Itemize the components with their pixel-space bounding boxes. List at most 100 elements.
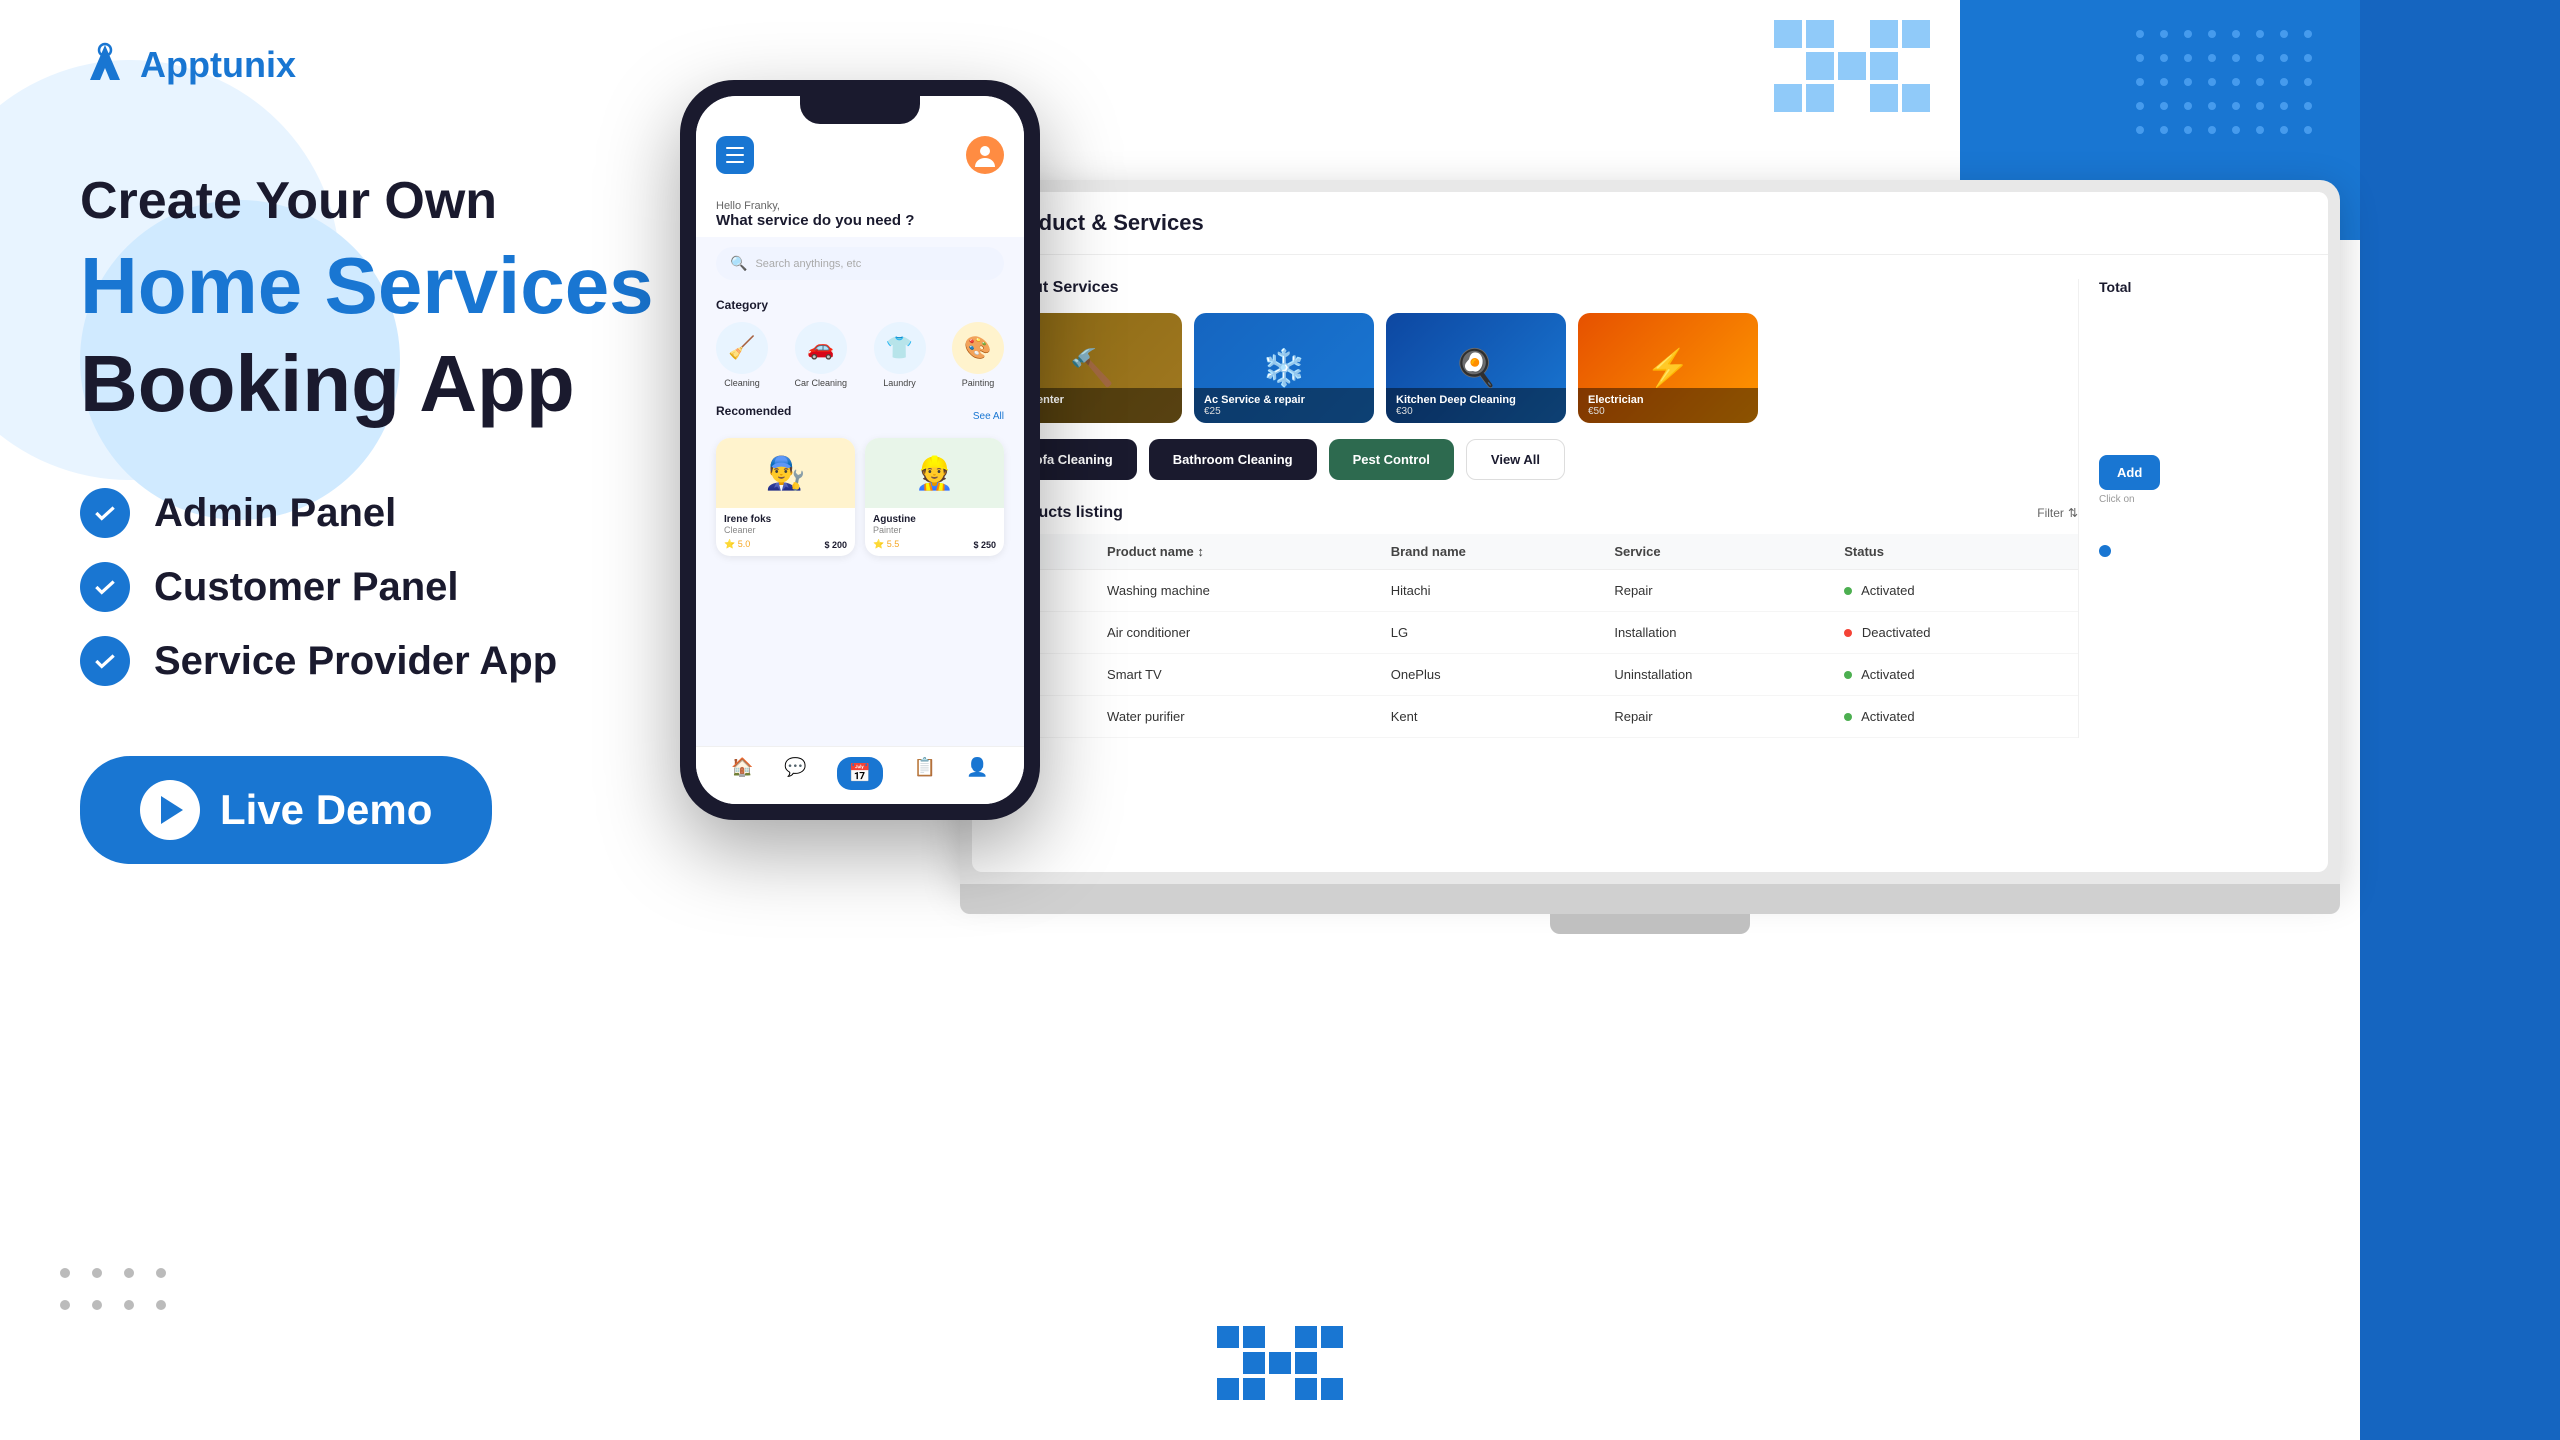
products-table: Product name ↕ Brand name Service Status… <box>1002 534 2078 738</box>
cleaning-icon: 🧹 <box>716 322 768 374</box>
car-cleaning-label: Car Cleaning <box>794 378 847 388</box>
price-2: $ 250 <box>973 540 996 550</box>
service-3: Uninstallation <box>1600 654 1830 696</box>
admin-body: About Services 🔨 Carpenter €45 <box>972 255 2328 762</box>
phone-screen: Hello Franky, What service do you need ?… <box>696 96 1024 804</box>
category-section: Category 🧹 Cleaning 🚗 Car Cleaning 👕 Lau… <box>696 290 1024 396</box>
nav-chat[interactable]: 💬 <box>784 757 806 790</box>
check-icon-3 <box>80 636 130 686</box>
nav-orders[interactable]: 📋 <box>914 757 936 790</box>
admin-main-col: About Services 🔨 Carpenter €45 <box>1002 279 2078 738</box>
status-dot-1 <box>1844 587 1852 595</box>
table-row: Water purifier Kent Repair Activated <box>1002 696 2078 738</box>
check-icon-1 <box>80 488 130 538</box>
headline-line2: Home Services <box>80 242 760 330</box>
greeting-area: Hello Franky, What service do you need ? <box>696 188 1024 237</box>
feature-item-1: Admin Panel <box>80 488 760 538</box>
provider-image-2: 👷 <box>865 438 1004 508</box>
service-name-3: Kitchen Deep Cleaning <box>1396 394 1556 406</box>
search-placeholder: Search anythings, etc <box>755 258 861 270</box>
col-status[interactable]: Status <box>1830 534 2078 570</box>
left-content-area: Apptunix Create Your Own Home Services B… <box>80 40 760 864</box>
search-icon: 🔍 <box>730 255 747 272</box>
check-icon-2 <box>80 562 130 612</box>
col-service[interactable]: Service <box>1600 534 1830 570</box>
products-listing-header: Products listing Filter ⇅ <box>1002 504 2078 522</box>
greeting-main: What service do you need ? <box>716 212 1004 229</box>
logo-icon <box>80 40 130 90</box>
service-overlay-2: Ac Service & repair €25 <box>1194 388 1374 423</box>
nav-home[interactable]: 🏠 <box>731 757 753 790</box>
phone-outer: Hello Franky, What service do you need ?… <box>680 80 1040 820</box>
admin-panel: Product & Services About Services 🔨 Car <box>972 192 2328 872</box>
nav-booking[interactable]: 📅 <box>837 757 883 790</box>
recommended-title: Recomended <box>716 404 791 418</box>
total-section: Total <box>2099 279 2298 295</box>
dots-decoration-bottom-left <box>60 1268 176 1320</box>
provider-card-2[interactable]: 👷 Agustine Painter ⭐ 5.5 $ 250 <box>865 438 1004 556</box>
categories-row: 🧹 Cleaning 🚗 Car Cleaning 👕 Laundry 🎨 Pa… <box>716 322 1004 388</box>
view-all-button[interactable]: View All <box>1466 439 1565 480</box>
service-name-4: Electrician <box>1588 394 1748 406</box>
headline-line1: Create Your Own <box>80 170 760 232</box>
brand-name-2: LG <box>1377 612 1601 654</box>
status-4: Activated <box>1830 696 2078 738</box>
recommended-cards: 👨‍🔧 Irene foks Cleaner ⭐ 5.0 $ 200 👷 <box>716 438 1004 556</box>
category-painting[interactable]: 🎨 Painting <box>952 322 1004 388</box>
provider-role-1: Cleaner <box>724 525 847 535</box>
feature-item-2: Customer Panel <box>80 562 760 612</box>
pest-control-button[interactable]: Pest Control <box>1329 439 1454 480</box>
feature-label-1: Admin Panel <box>154 491 396 536</box>
recommended-section: Recomended See All 👨‍🔧 Irene foks Cleane… <box>696 396 1024 564</box>
admin-side-col: Total Add Click on <box>2078 279 2298 738</box>
service-2: Installation <box>1600 612 1830 654</box>
add-sub-text: Click on <box>2099 494 2298 505</box>
category-car-cleaning[interactable]: 🚗 Car Cleaning <box>794 322 847 388</box>
laundry-label: Laundry <box>883 378 916 388</box>
service-card-ac[interactable]: ❄️ Ac Service & repair €25 <box>1194 313 1374 423</box>
headline-line3: Booking App <box>80 340 760 428</box>
laundry-icon: 👕 <box>874 322 926 374</box>
service-1: Repair <box>1600 570 1830 612</box>
service-price-4: €50 <box>1588 406 1748 417</box>
col-product-name[interactable]: Product name ↕ <box>1093 534 1377 570</box>
provider-role-2: Painter <box>873 525 996 535</box>
stars-2: ⭐ 5.5 <box>873 539 899 550</box>
table-body: Washing machine Hitachi Repair Activated <box>1002 570 2078 738</box>
service-card-kitchen[interactable]: 🍳 Kitchen Deep Cleaning €30 <box>1386 313 1566 423</box>
painting-icon: 🎨 <box>952 322 1004 374</box>
product-name-3: Smart TV <box>1093 654 1377 696</box>
brand-name-3: OnePlus <box>1377 654 1601 696</box>
provider-rating-1: ⭐ 5.0 $ 200 <box>724 539 847 550</box>
service-4: Repair <box>1600 696 1830 738</box>
laptop-base <box>960 884 2340 914</box>
service-overlay-3: Kitchen Deep Cleaning €30 <box>1386 388 1566 423</box>
features-list: Admin Panel Customer Panel Service Provi… <box>80 488 760 686</box>
demo-button[interactable]: Live Demo <box>80 756 492 864</box>
provider-info-1: Irene foks Cleaner ⭐ 5.0 $ 200 <box>716 508 855 556</box>
nav-profile[interactable]: 👤 <box>966 757 988 790</box>
dots-decoration-top-right <box>2136 30 2320 142</box>
provider-name-1: Irene foks <box>724 514 847 525</box>
service-price-2: €25 <box>1204 406 1364 417</box>
admin-two-col: About Services 🔨 Carpenter €45 <box>1002 279 2298 738</box>
status-dot-3 <box>1844 671 1852 679</box>
bathroom-cleaning-button[interactable]: Bathroom Cleaning <box>1149 439 1317 480</box>
add-button[interactable]: Add <box>2099 455 2160 490</box>
hamburger-menu-button[interactable] <box>716 136 754 174</box>
service-name-2: Ac Service & repair <box>1204 394 1364 406</box>
service-card-electrician[interactable]: ⚡ Electrician €50 <box>1578 313 1758 423</box>
provider-image-1: 👨‍🔧 <box>716 438 855 508</box>
active-indicator-dot <box>2099 545 2111 557</box>
phone-notch <box>800 96 920 124</box>
phone-search-bar[interactable]: 🔍 Search anythings, etc <box>716 247 1004 280</box>
see-all-link[interactable]: See All <box>973 411 1004 422</box>
col-brand-name[interactable]: Brand name <box>1377 534 1601 570</box>
provider-card-1[interactable]: 👨‍🔧 Irene foks Cleaner ⭐ 5.0 $ 200 <box>716 438 855 556</box>
painting-label: Painting <box>962 378 995 388</box>
filter-button[interactable]: Filter ⇅ <box>2037 506 2078 520</box>
feature-label-2: Customer Panel <box>154 565 459 610</box>
category-cleaning[interactable]: 🧹 Cleaning <box>716 322 768 388</box>
provider-name-2: Agustine <box>873 514 996 525</box>
category-laundry[interactable]: 👕 Laundry <box>874 322 926 388</box>
